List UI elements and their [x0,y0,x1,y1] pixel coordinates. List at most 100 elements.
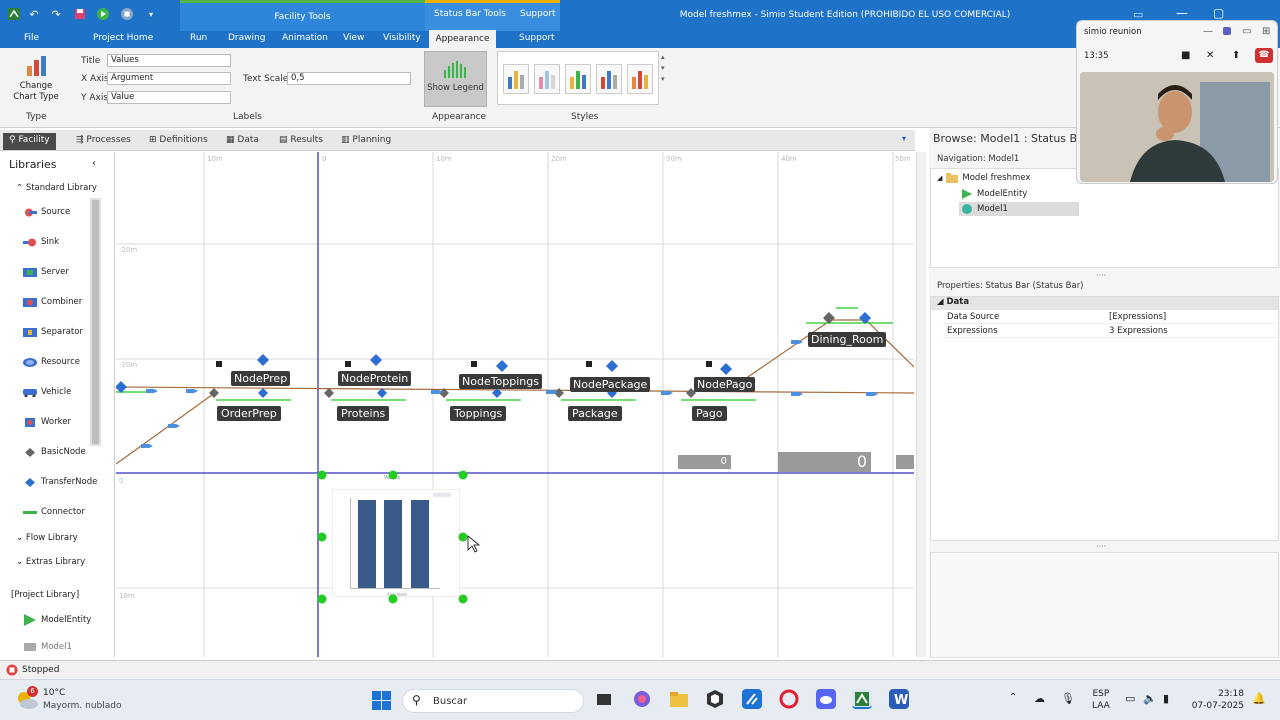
menu-drawing[interactable]: Drawing [228,33,265,43]
server-proteins[interactable]: Proteins [337,406,390,421]
vscode-like-icon[interactable] [742,689,762,709]
status-label-2[interactable]: 0 [778,452,871,472]
opera-icon[interactable] [779,689,799,709]
save-icon[interactable] [72,6,88,22]
word-icon[interactable]: W [889,689,909,709]
maximize-icon[interactable]: ▢ [1213,6,1224,20]
node-label-nodepago[interactable]: NodePago [694,377,756,392]
copilot-icon[interactable] [632,689,652,709]
hang-up-icon[interactable]: ☎ [1255,48,1273,63]
standard-library-header[interactable]: ⌃ Standard Library [16,183,106,193]
status-bar-chart[interactable]: Values Argument [322,475,462,600]
camera-icon[interactable]: ■ [1181,50,1190,61]
menu-run[interactable]: Run [190,33,207,43]
server-toppings[interactable]: Toppings [450,406,507,421]
tree-item-model1[interactable]: Model1 [959,202,1079,216]
lib-item-resource[interactable]: Resource [23,357,80,367]
node-label-nodeprep[interactable]: NodePrep [231,371,291,386]
lib-item-server[interactable]: Server [23,267,69,277]
property-row-data-source[interactable]: Data Source [Expressions] [943,311,1278,324]
style-option-5[interactable] [627,64,653,94]
notification-icon[interactable]: 🔔 [1252,692,1266,705]
xaxis-input[interactable]: Argument [107,72,231,85]
stop-icon[interactable] [119,6,135,22]
panel-splitter-grip[interactable]: ···· [1096,542,1106,551]
change-chart-type-button[interactable]: Change Chart Type [8,54,64,103]
lib-item-transfernode[interactable]: TransferNode [23,477,97,487]
volume-icon[interactable]: 🔈 [1143,692,1157,705]
show-hidden-icons-icon[interactable]: ⌃ [1009,692,1017,703]
lib-item-modelentity[interactable]: ModelEntity [23,613,91,627]
tabs-dropdown-icon[interactable]: ▾ [902,134,906,143]
lib-item-connector[interactable]: Connector [23,507,85,517]
lib-item-model1[interactable]: Model1 [23,642,72,652]
menu-support[interactable]: Support [519,33,555,43]
server-pago[interactable]: Pago [692,406,727,421]
title-input[interactable]: Values [107,54,231,67]
flow-library-header[interactable]: ⌄ Flow Library [16,533,78,543]
run-icon[interactable] [95,6,111,22]
taskbar-search[interactable]: ⚲ Buscar [402,689,584,713]
style-option-4[interactable] [596,64,622,94]
style-option-2[interactable] [534,64,560,94]
microphone-icon[interactable]: 🎙 [1061,692,1075,705]
battery-icon[interactable]: ▮ [1163,692,1169,705]
menu-file[interactable]: File [24,33,39,43]
tab-data[interactable]: ▦ Data [220,133,265,150]
call-expand-icon[interactable]: ⊞ [1262,26,1270,37]
yaxis-input[interactable]: Value [107,91,231,104]
tree-item-model-freshmex[interactable]: ◢ Model freshmex [937,173,1030,183]
lib-item-basicnode[interactable]: BasicNode [23,447,86,457]
library-scrollbar[interactable] [90,198,101,446]
style-option-3[interactable] [565,64,591,94]
teams-icon[interactable] [1223,27,1231,35]
minimize-icon[interactable]: — [1176,6,1188,20]
simio-taskbar-icon[interactable] [852,689,872,709]
show-legend-button[interactable]: Show Legend [424,51,487,107]
tab-results[interactable]: ▤ Results [273,133,329,150]
tab-processes[interactable]: ⇶ Processes [70,133,137,150]
mute-icon[interactable]: ✕ [1206,50,1214,61]
windows-start-icon[interactable] [372,691,391,713]
lib-item-separator[interactable]: Separator [23,327,83,337]
discord-icon[interactable] [816,689,836,709]
weather-icon[interactable]: 6 [14,686,40,712]
server-package[interactable]: Package [568,406,622,421]
language-indicator[interactable]: ESP LAA [1092,688,1110,712]
tree-item-modelentity[interactable]: ModelEntity [961,188,1027,200]
status-label-1[interactable]: 0 [678,455,731,469]
lib-item-combiner[interactable]: Combiner [23,297,82,307]
facility-canvas[interactable]: 10m 0 10m 20m 30m 40m 50m -20m -10m 0 10… [116,152,914,657]
menu-appearance[interactable]: Appearance [429,30,496,48]
tab-facility[interactable]: ⚲ Facility [3,133,56,150]
node-label-dining-room[interactable]: Dining_Room [808,332,887,347]
menu-animation[interactable]: Animation [282,33,328,43]
node-label-nodepackage[interactable]: NodePackage [570,377,651,392]
extras-library-header[interactable]: ⌄ Extras Library [16,557,85,567]
lib-item-vehicle[interactable]: Vehicle [23,387,71,397]
undo-icon[interactable]: ↶ [26,6,42,22]
node-label-nodetoppings[interactable]: NodeToppings [459,374,542,389]
canvas-splitter[interactable] [916,152,926,657]
collapse-libraries-icon[interactable]: ‹ [92,158,96,169]
display-icon[interactable]: ▭ [1125,692,1135,705]
tab-planning[interactable]: ▥ Planning [335,133,397,150]
menu-project-home[interactable]: Project Home [93,33,153,43]
lib-item-source[interactable]: Source [23,207,70,217]
file-explorer-icon[interactable] [669,689,689,709]
menu-view[interactable]: View [343,33,364,43]
network-icon[interactable]: ☁ [1034,692,1045,705]
quick-access-dropdown-icon[interactable]: ▾ [143,6,159,22]
redo-icon[interactable]: ↷ [48,6,64,22]
styles-scroll-icon[interactable]: ▴ ▾ ▾ [661,52,665,85]
server-orderprep[interactable]: OrderPrep [217,406,281,421]
panel-splitter-grip[interactable]: ···· [1096,271,1106,280]
properties-section-data[interactable]: ◢ Data [931,297,1278,310]
call-minimize-icon[interactable]: — [1203,26,1213,37]
property-row-expressions[interactable]: Expressions 3 Expressions [943,325,1278,338]
share-icon[interactable]: ⬆ [1232,50,1240,61]
node-label-nodeprotein[interactable]: NodeProtein [338,371,412,386]
call-restore-icon[interactable]: ▭ [1242,26,1251,37]
text-scale-input[interactable]: 0,5 [287,72,411,85]
menu-visibility[interactable]: Visibility [383,33,421,43]
